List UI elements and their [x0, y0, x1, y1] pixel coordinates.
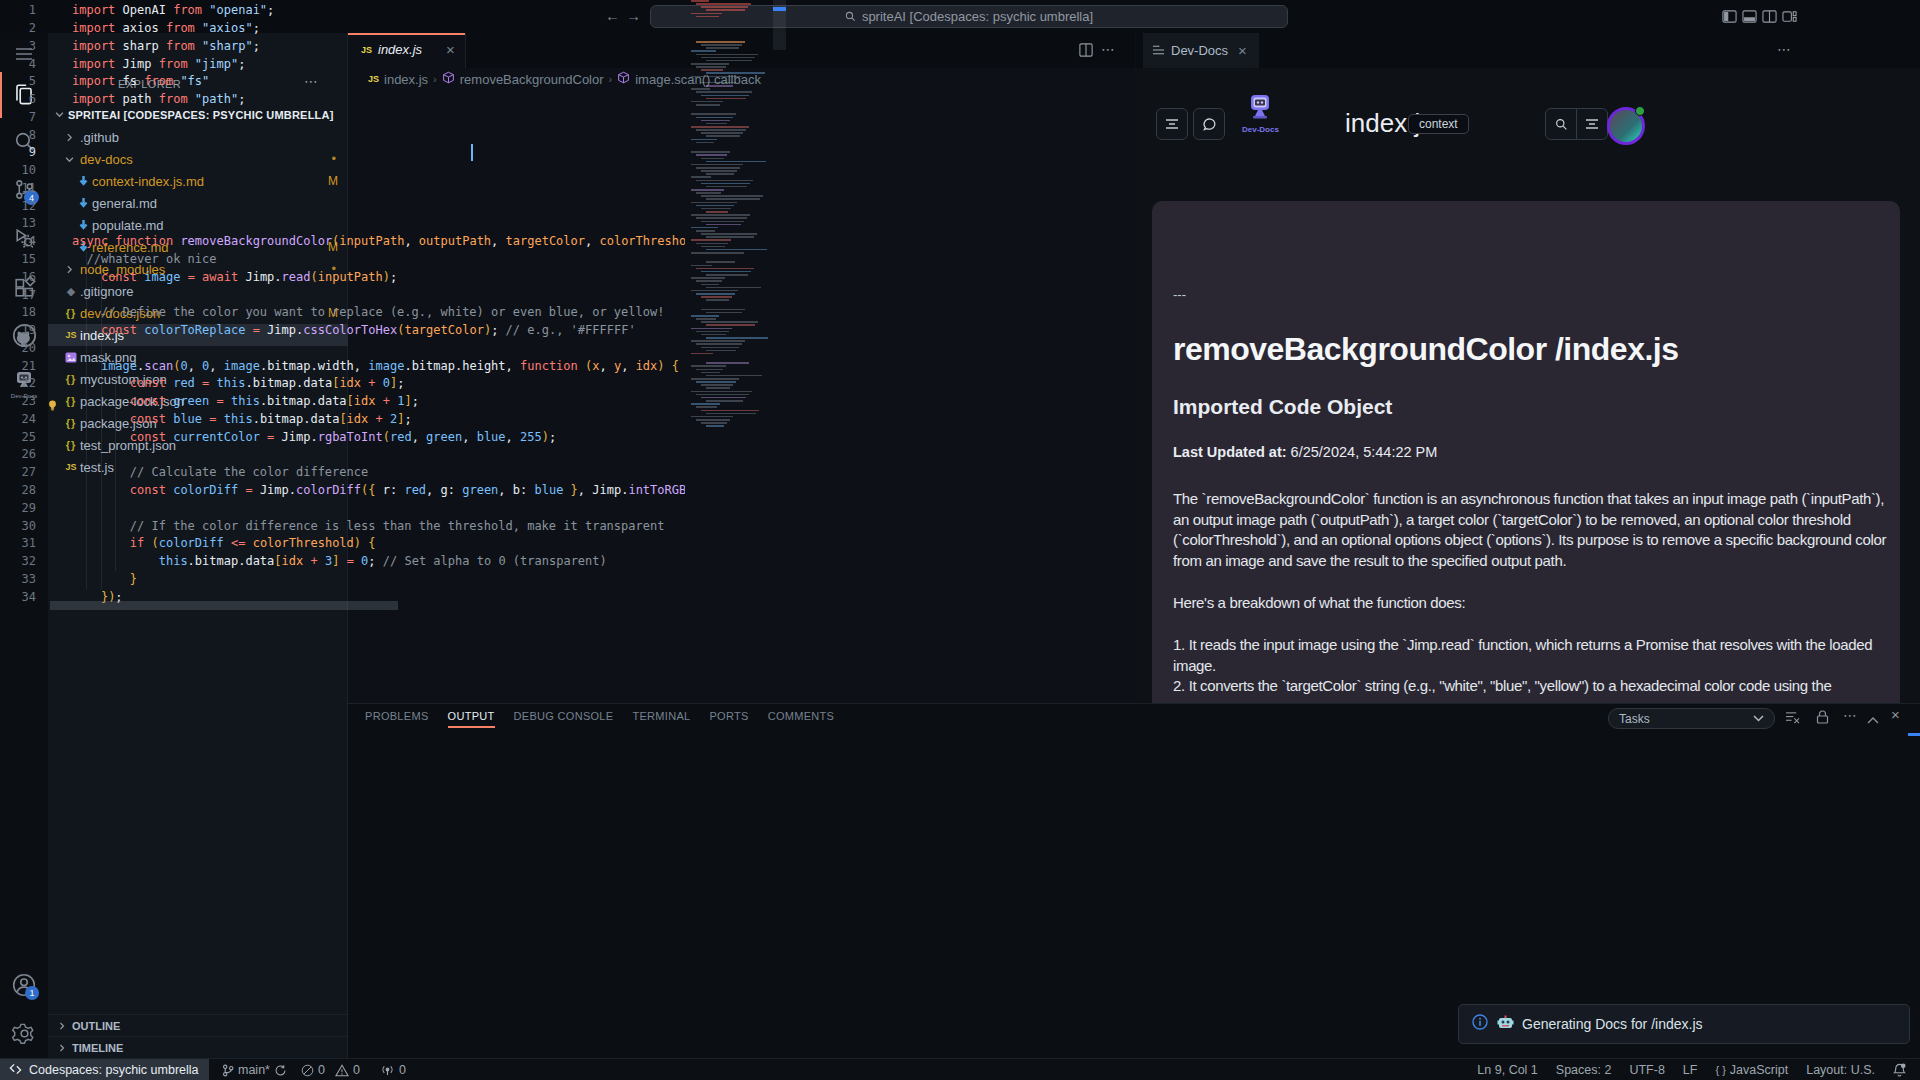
- lock-icon[interactable]: [1816, 710, 1829, 728]
- doc-paragraph: The `removeBackgroundColor` function is …: [1173, 489, 1886, 572]
- panel-tab-problems[interactable]: PROBLEMS: [365, 710, 429, 722]
- layout-indicator[interactable]: Layout: U.S.: [1806, 1063, 1875, 1077]
- doc-meta-value: 6/25/2024, 5:44:22 PM: [1287, 444, 1438, 460]
- frontmatter-dash: ---: [1173, 287, 1186, 302]
- doc-content: --- removeBackgroundColor /index.js Impo…: [1152, 201, 1900, 703]
- layout-icon[interactable]: [1782, 9, 1797, 24]
- panel-tab-comments[interactable]: COMMENTS: [768, 710, 835, 722]
- code-editor[interactable]: 1234567891011121314151617181920212223242…: [0, 0, 787, 613]
- chevron-down-icon: [1753, 715, 1764, 722]
- robot-emoji: [1497, 1015, 1514, 1034]
- split-editor-icon[interactable]: [1762, 9, 1777, 24]
- remote-indicator[interactable]: Codespaces: psychic umbrella: [0, 1059, 209, 1080]
- devdocs-webview: Dev-Docs index.js context --- removeBack…: [1136, 68, 1920, 703]
- text-cursor: [471, 144, 473, 161]
- bell-icon[interactable]: [1893, 1063, 1906, 1077]
- tab-close-icon[interactable]: ×: [1238, 42, 1247, 59]
- sync-icon: [274, 1064, 287, 1077]
- info-icon: [1472, 1014, 1488, 1034]
- search-icon: [845, 11, 856, 22]
- status-dot: [1635, 106, 1645, 116]
- remote-label: Codespaces: psychic umbrella: [29, 1063, 199, 1077]
- panel-tab-output[interactable]: OUTPUT: [448, 710, 495, 722]
- line-col-indicator[interactable]: Ln 9, Col 1: [1477, 1063, 1537, 1077]
- close-panel-icon[interactable]: ×: [1891, 706, 1900, 723]
- outline-section[interactable]: OUTLINE: [48, 1014, 348, 1036]
- warnings-icon: [335, 1064, 349, 1077]
- split-editor-action-icon[interactable]: [1079, 43, 1093, 61]
- language-indicator[interactable]: { }JavaScript: [1715, 1063, 1788, 1077]
- bottom-panel: PROBLEMS OUTPUT DEBUG CONSOLE TERMINAL PORTS…: [348, 703, 1920, 1058]
- eol-indicator[interactable]: LF: [1683, 1063, 1698, 1077]
- panel-tabs: PROBLEMS OUTPUT DEBUG CONSOLE TERMINAL PORTS…: [365, 704, 834, 728]
- notification-text: Generating Docs for /index.js: [1522, 1016, 1703, 1032]
- remote-icon: [9, 1063, 22, 1078]
- notification-toast[interactable]: Generating Docs for /index.js: [1458, 1004, 1910, 1044]
- tasks-dropdown[interactable]: Tasks: [1608, 708, 1775, 729]
- doc-paragraph: 1. It reads the input image using the `J…: [1173, 635, 1872, 697]
- panel-tab-debug-console[interactable]: DEBUG CONSOLE: [514, 710, 614, 722]
- doc-meta-label: Last Updated at:: [1173, 444, 1287, 460]
- editor-more-actions-icon[interactable]: ⋯: [1101, 41, 1115, 57]
- doc-subheading: Imported Code Object: [1173, 395, 1392, 419]
- devdocs-logo-label: Dev-Docs: [1242, 125, 1279, 134]
- accounts-icon[interactable]: 1: [0, 972, 48, 998]
- settings-gear-icon[interactable]: [0, 1021, 48, 1046]
- list-icon: [1152, 42, 1165, 60]
- chat-button[interactable]: [1193, 108, 1225, 140]
- tab-devdocs[interactable]: Dev-Docs ×: [1143, 33, 1259, 68]
- lightbulb-icon[interactable]: [46, 398, 59, 416]
- devdocs-tabs: Dev-Docs × ⋯: [1136, 33, 1920, 68]
- clear-output-icon[interactable]: [1785, 710, 1800, 728]
- panel-tab-ports[interactable]: PORTS: [709, 710, 748, 722]
- timeline-section[interactable]: TIMELINE: [48, 1036, 348, 1058]
- maximize-panel-icon[interactable]: [1867, 710, 1879, 728]
- doc-paragraph: Here's a breakdown of what the function …: [1173, 593, 1465, 614]
- context-badge: context: [1408, 114, 1469, 134]
- avatar[interactable]: [1607, 107, 1645, 145]
- ports-indicator[interactable]: 0: [380, 1063, 406, 1077]
- panel-tab-terminal[interactable]: TERMINAL: [632, 710, 690, 722]
- broadcast-icon: [380, 1064, 395, 1076]
- status-bar: Codespaces: psychic umbrella main* 0 0 0…: [0, 1058, 1920, 1080]
- accounts-badge: 1: [25, 986, 39, 1000]
- doc-heading: removeBackgroundColor /index.js: [1173, 331, 1679, 368]
- branch-indicator[interactable]: main*: [222, 1063, 287, 1077]
- doc-menu-button[interactable]: [1576, 108, 1608, 140]
- editor-scrollbar[interactable]: [773, 0, 786, 613]
- outline-list-button[interactable]: [1156, 108, 1188, 140]
- scroll-indicator: [1908, 733, 1920, 736]
- doc-search-button[interactable]: [1545, 108, 1577, 140]
- encoding-indicator[interactable]: UTF-8: [1629, 1063, 1664, 1077]
- minimap[interactable]: [685, 0, 773, 613]
- devdocs-logo: Dev-Docs: [1242, 94, 1279, 134]
- errors-icon: [301, 1064, 314, 1077]
- horizontal-scrollbar[interactable]: [50, 601, 398, 610]
- devdocs-more-actions-icon[interactable]: ⋯: [1777, 41, 1791, 57]
- command-center-label: spriteAI [Codespaces: psychic umbrella]: [862, 9, 1093, 24]
- problems-indicator[interactable]: 0 0: [301, 1063, 360, 1077]
- indentation-indicator[interactable]: Spaces: 2: [1556, 1063, 1612, 1077]
- panel-more-icon[interactable]: ⋯: [1843, 707, 1857, 723]
- toggle-panel-icon[interactable]: [1742, 9, 1757, 24]
- toggle-sidebar-icon[interactable]: [1722, 9, 1737, 24]
- git-branch-icon: [222, 1064, 234, 1077]
